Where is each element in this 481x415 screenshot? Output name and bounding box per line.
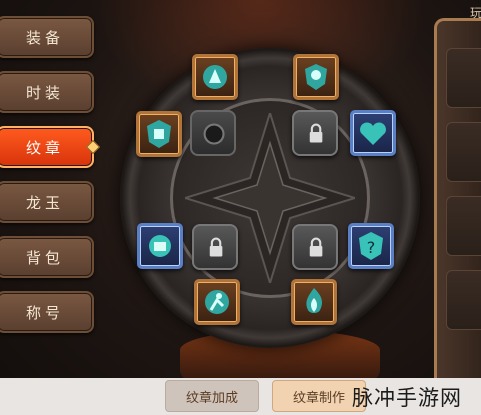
emblem-enhance-button[interactable]: 纹章加成: [165, 380, 259, 412]
emblem-slot-left-upper[interactable]: [136, 111, 182, 157]
button-label: 纹章加成: [185, 390, 238, 406]
emblem-slot-right-lower[interactable]: ?: [348, 223, 394, 269]
tab-fashion[interactable]: 时装: [0, 71, 94, 113]
tab-dragon-jade[interactable]: 龙玉: [0, 181, 94, 223]
list-item[interactable]: [446, 196, 481, 256]
tab-equipment[interactable]: 装备: [0, 16, 94, 58]
flame-icon: [306, 288, 322, 313]
empty-socket-icon: [203, 123, 225, 145]
tab-label: 背包: [25, 248, 64, 267]
tab-backpack[interactable]: 背包: [0, 236, 94, 278]
svg-text:?: ?: [367, 238, 376, 257]
emblem-slot-top-left[interactable]: [192, 54, 238, 100]
question-shield-icon: ?: [359, 232, 383, 260]
tab-label: 装备: [25, 28, 64, 47]
tab-emblem[interactable]: 纹章: [0, 126, 94, 168]
tab-label: 龙玉: [25, 193, 64, 212]
shield-figure-icon: [305, 64, 327, 90]
lock-icon: [309, 237, 323, 257]
list-item[interactable]: [446, 48, 481, 108]
emblem-slot-empty[interactable]: [190, 110, 236, 156]
emblem-slot-bottom-right[interactable]: [291, 279, 337, 325]
emblem-slot-top-right[interactable]: [293, 54, 339, 100]
emblem-slot-left-lower[interactable]: [137, 223, 183, 269]
emblem-slot-locked-2[interactable]: [192, 224, 238, 270]
tab-label: 纹章: [25, 138, 64, 157]
tab-label: 称号: [25, 303, 64, 322]
emblem-slot-locked-3[interactable]: [292, 224, 338, 270]
side-panel-title: 玩: [470, 6, 481, 20]
fist-icon: [149, 235, 171, 257]
watermark-text: 脉冲手游网: [352, 386, 462, 410]
tab-title[interactable]: 称号: [0, 291, 94, 333]
button-label: 纹章制作: [292, 390, 345, 406]
list-item[interactable]: [446, 122, 481, 182]
heart-icon: [360, 122, 386, 145]
lock-icon: [309, 123, 323, 143]
tab-label: 时装: [25, 83, 64, 102]
armor-icon: [147, 120, 171, 148]
list-item[interactable]: [446, 270, 481, 330]
running-figure-icon: [203, 65, 227, 89]
emblem-slot-locked-1[interactable]: [292, 110, 338, 156]
emblem-slot-bottom-left[interactable]: [194, 279, 240, 325]
emblem-slot-right-upper[interactable]: [350, 110, 396, 156]
lock-icon: [209, 237, 223, 257]
sprint-figure-icon: [205, 290, 229, 314]
